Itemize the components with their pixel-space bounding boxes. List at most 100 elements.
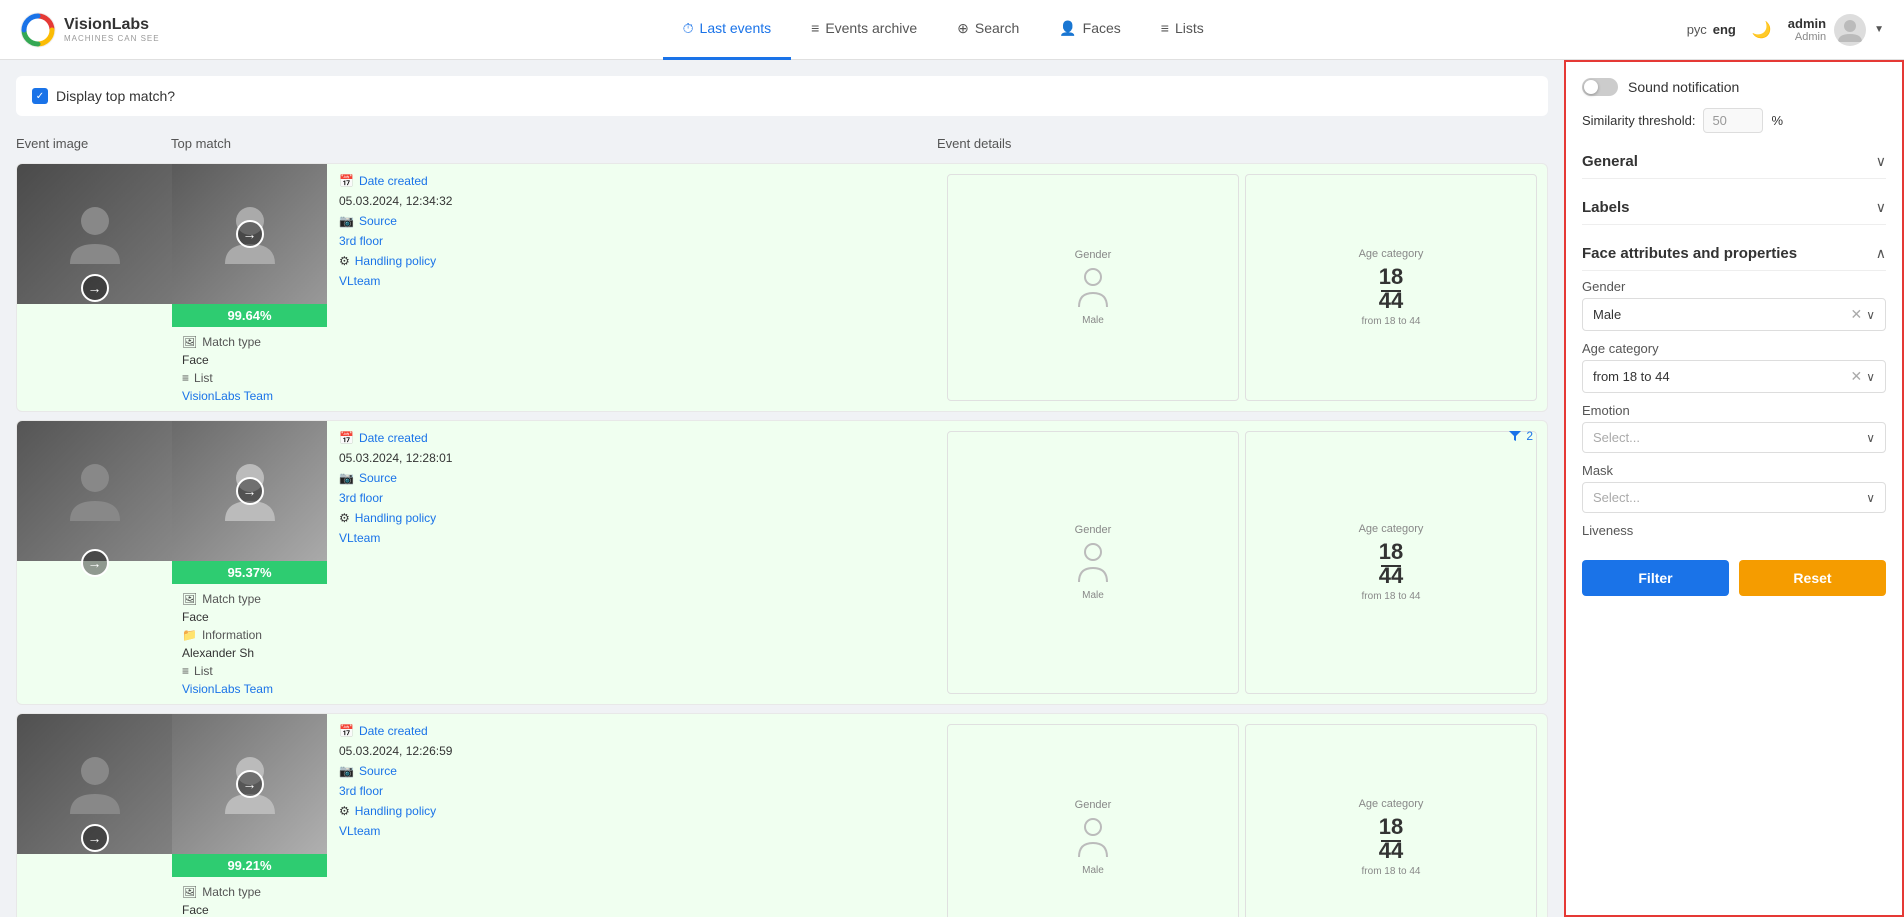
- faces-icon: 👤: [1059, 20, 1076, 37]
- top-match-cell: → 99.64% 🖼 Match type Face ≡ List: [172, 164, 327, 411]
- gender-select-actions: ✕ ∨: [1850, 306, 1875, 323]
- logo-icon: [20, 12, 56, 48]
- similarity-bar: 95.37%: [172, 561, 327, 584]
- calendar-icon: 📅: [339, 174, 354, 188]
- emotion-select-placeholder: Select...: [1593, 430, 1640, 445]
- clock-icon: ⏱: [683, 20, 694, 37]
- general-section: General ∨: [1582, 145, 1886, 179]
- nav-last-events[interactable]: ⏱ Last events: [663, 0, 792, 60]
- age-clear-icon[interactable]: ✕: [1850, 368, 1862, 385]
- top-match-navigate-icon[interactable]: →: [236, 477, 264, 505]
- lang-ru[interactable]: рус: [1687, 22, 1707, 37]
- top-match-cell: → 95.37% 🖼 Match type Face 📁 Information: [172, 421, 327, 704]
- gender-select-value: Male: [1593, 307, 1621, 322]
- top-match-navigate-icon[interactable]: →: [236, 770, 264, 798]
- mask-filter: Mask Select... ∨: [1582, 463, 1886, 513]
- top-match-cell: → 99.21% 🖼 Match type Face ≡ List: [172, 714, 327, 917]
- event-image-navigate-icon[interactable]: →: [81, 824, 109, 852]
- face-attrs-chevron-icon: ∧: [1876, 245, 1886, 262]
- threshold-input[interactable]: [1703, 108, 1763, 133]
- gender-clear-icon[interactable]: ✕: [1850, 306, 1862, 323]
- gender-select[interactable]: Male ✕ ∨: [1582, 298, 1886, 331]
- policy-icon: ⚙: [339, 254, 350, 268]
- mask-select[interactable]: Select... ∨: [1582, 482, 1886, 513]
- top-bar: Display top match?: [16, 76, 1548, 116]
- face-attrs-section-header[interactable]: Face attributes and properties ∧: [1582, 237, 1886, 271]
- top-match-navigate-icon[interactable]: →: [236, 220, 264, 248]
- attributes-cell: Gender Male Age category 18 44 from 18 t…: [937, 714, 1547, 917]
- header-right: рус eng 🌙 admin Admin ▼: [1687, 14, 1884, 46]
- threshold-label: Similarity threshold:: [1582, 113, 1695, 128]
- main-layout: Display top match? Event image Top match…: [0, 60, 1904, 917]
- header-empty: [326, 136, 937, 151]
- general-chevron-icon: ∨: [1876, 153, 1886, 170]
- date-val-row: 05.03.2024, 12:34:32: [339, 194, 925, 208]
- match-details: 🖼 Match type Face ≡ List VisionLabs Team: [172, 877, 327, 917]
- camera-icon: 📷: [339, 214, 354, 228]
- source-row: 📷 Source: [339, 214, 925, 228]
- calendar-icon: 📅: [339, 724, 354, 738]
- gender-filter: Gender Male ✕ ∨: [1582, 279, 1886, 331]
- event-details-cell: 📅 Date created 05.03.2024, 12:26:59 📷 So…: [327, 714, 937, 917]
- folder-icon: 📁: [182, 628, 197, 642]
- mask-select-placeholder: Select...: [1593, 490, 1640, 505]
- policy-row: ⚙ Handling policy: [339, 254, 925, 268]
- match-type-row: 🖼 Match type: [182, 592, 317, 606]
- match-type-icon: 🖼: [182, 335, 197, 349]
- list-icon: ≡: [811, 20, 819, 36]
- age-box: Age category 18 44 from 18 to 44: [1245, 174, 1537, 401]
- event-row: → → 95.37% 🖼 Match type: [16, 420, 1548, 705]
- face-attrs-section: Face attributes and properties ∧ Gender …: [1582, 237, 1886, 596]
- user-area[interactable]: admin Admin ▼: [1788, 14, 1884, 46]
- age-select-actions: ✕ ∨: [1850, 368, 1875, 385]
- display-top-match-label[interactable]: Display top match?: [32, 88, 175, 104]
- nav-faces[interactable]: 👤 Faces: [1039, 0, 1141, 60]
- user-info: admin Admin: [1788, 16, 1826, 43]
- age-box: Age category 18 44 from 18 to 44: [1245, 431, 1537, 694]
- gender-box: Gender Male: [947, 431, 1239, 694]
- person-icon: [1075, 542, 1111, 586]
- age-box: Age category 18 44 from 18 to 44: [1245, 724, 1537, 917]
- sound-notification-toggle[interactable]: [1582, 78, 1618, 96]
- list-row: ≡ List: [182, 371, 317, 385]
- general-section-header[interactable]: General ∨: [1582, 145, 1886, 179]
- nav-lists[interactable]: ≡ Lists: [1141, 0, 1224, 60]
- labels-chevron-icon: ∨: [1876, 199, 1886, 216]
- dark-mode-button[interactable]: 🌙: [1752, 20, 1772, 40]
- emotion-select-actions: ∨: [1866, 431, 1875, 445]
- toggle-knob: [1584, 80, 1598, 94]
- list-val-row: VisionLabs Team: [182, 682, 317, 696]
- info-val-row: Alexander Sh: [182, 646, 317, 660]
- age-category-filter: Age category from 18 to 44 ✕ ∨: [1582, 341, 1886, 393]
- header-event-image: Event image: [16, 136, 171, 151]
- event-image-navigate-icon[interactable]: →: [81, 549, 109, 577]
- labels-section-header[interactable]: Labels ∨: [1582, 191, 1886, 225]
- nav-events-archive[interactable]: ≡ Events archive: [791, 0, 937, 60]
- liveness-filter-label: Liveness: [1582, 523, 1886, 538]
- list-row: ≡ List: [182, 664, 317, 678]
- match-type-icon: 🖼: [182, 885, 197, 899]
- event-row: → → 99.21% 🖼 Match type: [16, 713, 1548, 917]
- event-row: → → 99.64% 🖼 Match type: [16, 163, 1548, 412]
- similarity-bar: 99.21%: [172, 854, 327, 877]
- info-row: 📁 Information: [182, 628, 317, 642]
- match-type-icon: 🖼: [182, 592, 197, 606]
- event-image-navigate-icon[interactable]: →: [81, 274, 109, 302]
- camera-icon: 📷: [339, 471, 354, 485]
- nav-search[interactable]: ⊕ Search: [937, 0, 1039, 60]
- lang-en[interactable]: eng: [1713, 22, 1736, 37]
- dropdown-icon: ▼: [1874, 24, 1884, 35]
- emotion-select[interactable]: Select... ∨: [1582, 422, 1886, 453]
- age-select[interactable]: from 18 to 44 ✕ ∨: [1582, 360, 1886, 393]
- person-icon: [1075, 267, 1111, 311]
- action-buttons: Filter Reset: [1582, 560, 1886, 596]
- logo-text: VisionLabs MACHINES CAN SEE: [64, 16, 160, 43]
- logo-name: VisionLabs: [64, 16, 160, 34]
- list-icon-row: ≡: [182, 371, 189, 385]
- event-details-cell: 📅 Date created 05.03.2024, 12:28:01 📷 So…: [327, 421, 937, 704]
- display-top-match-checkbox[interactable]: [32, 88, 48, 104]
- threshold-unit: %: [1771, 113, 1783, 128]
- mask-chevron-icon: ∨: [1866, 491, 1875, 505]
- reset-button[interactable]: Reset: [1739, 560, 1886, 596]
- filter-button[interactable]: Filter: [1582, 560, 1729, 596]
